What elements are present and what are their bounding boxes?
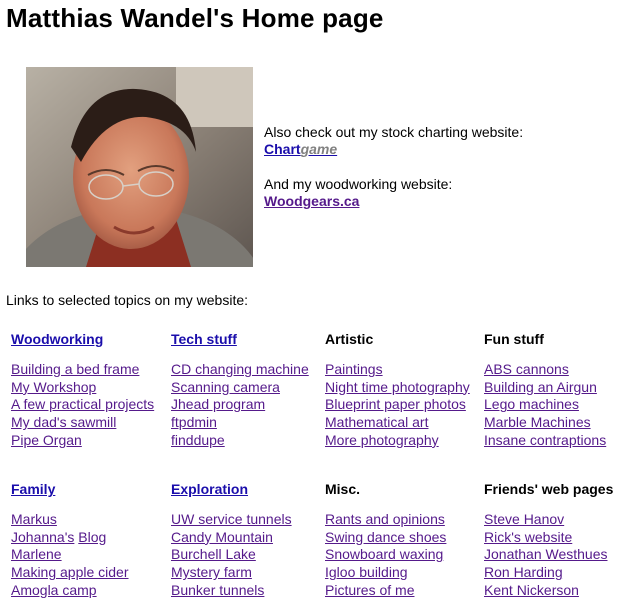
woodgears-link[interactable]: Woodgears.ca	[264, 193, 359, 209]
section-misc: Misc. Rants and opinions Swing dance sho…	[325, 481, 446, 600]
chartgame-link-game: game	[300, 141, 338, 157]
link-scanning-camera[interactable]: Scanning camera	[171, 379, 309, 397]
section-artistic: Artistic Paintings Night time photograph…	[325, 331, 470, 450]
link-paintings[interactable]: Paintings	[325, 361, 470, 379]
link-more-photography[interactable]: More photography	[325, 432, 470, 450]
link-markus[interactable]: Markus	[11, 511, 129, 529]
link-ricks-website[interactable]: Rick's website	[484, 529, 613, 547]
link-abs-cannons[interactable]: ABS cannons	[484, 361, 606, 379]
link-steve-hanov[interactable]: Steve Hanov	[484, 511, 613, 529]
woodworking-site-block: And my woodworking website: Woodgears.ca	[264, 176, 452, 210]
link-igloo-building[interactable]: Igloo building	[325, 564, 446, 582]
section-fun-stuff-heading: Fun stuff	[484, 331, 544, 347]
section-fun-stuff: Fun stuff ABS cannons Building an Airgun…	[484, 331, 606, 450]
link-ftpdmin[interactable]: ftpdmin	[171, 414, 309, 432]
section-woodworking: Woodworking Building a bed frame My Work…	[11, 331, 154, 450]
section-family-heading[interactable]: Family	[11, 481, 129, 498]
link-snowboard-waxing[interactable]: Snowboard waxing	[325, 546, 446, 564]
link-building-a-bed-frame[interactable]: Building a bed frame	[11, 361, 154, 379]
section-friends-heading: Friends' web pages	[484, 481, 614, 497]
link-insane-contraptions[interactable]: Insane contraptions	[484, 432, 606, 450]
link-johannas[interactable]: Johanna's	[11, 529, 74, 545]
stock-charting-block: Also check out my stock charting website…	[264, 124, 523, 158]
link-uw-service-tunnels[interactable]: UW service tunnels	[171, 511, 292, 529]
section-artistic-heading: Artistic	[325, 331, 374, 347]
link-a-few-practical-projects[interactable]: A few practical projects	[11, 396, 154, 414]
link-candy-mountain[interactable]: Candy Mountain	[171, 529, 292, 547]
portrait-photo	[26, 67, 253, 267]
section-tech-stuff: Tech stuff CD changing machine Scanning …	[171, 331, 309, 450]
section-misc-heading: Misc.	[325, 481, 361, 497]
link-jhead-program[interactable]: Jhead program	[171, 396, 309, 414]
link-cd-changing-machine[interactable]: CD changing machine	[171, 361, 309, 379]
link-amogla-camp[interactable]: Amogla camp	[11, 582, 129, 600]
section-exploration-heading[interactable]: Exploration	[171, 481, 292, 498]
link-my-dads-sawmill[interactable]: My dad's sawmill	[11, 414, 154, 432]
chartgame-link-chart: Chart	[264, 141, 301, 157]
johanna-line: Johanna's Blog	[11, 529, 129, 547]
section-tech-stuff-heading[interactable]: Tech stuff	[171, 331, 309, 348]
link-making-apple-cider[interactable]: Making apple cider	[11, 564, 129, 582]
link-blueprint-paper-photos[interactable]: Blueprint paper photos	[325, 396, 470, 414]
link-bunker-tunnels[interactable]: Bunker tunnels	[171, 582, 292, 600]
section-friends-web-pages: Friends' web pages Steve Hanov Rick's we…	[484, 481, 613, 600]
chartgame-link[interactable]: Chartgame	[264, 141, 337, 157]
link-pipe-organ[interactable]: Pipe Organ	[11, 432, 154, 450]
link-marlene[interactable]: Marlene	[11, 546, 129, 564]
link-burchell-lake[interactable]: Burchell Lake	[171, 546, 292, 564]
section-woodworking-heading[interactable]: Woodworking	[11, 331, 154, 348]
stock-charting-text: Also check out my stock charting website…	[264, 124, 524, 140]
link-mystery-farm[interactable]: Mystery farm	[171, 564, 292, 582]
topics-intro: Links to selected topics on my website:	[6, 292, 249, 308]
link-jonathan-westhues[interactable]: Jonathan Westhues	[484, 546, 613, 564]
woodworking-site-text: And my woodworking website:	[264, 176, 453, 192]
link-swing-dance-shoes[interactable]: Swing dance shoes	[325, 529, 446, 547]
link-kent-nickerson[interactable]: Kent Nickerson	[484, 582, 613, 600]
link-my-workshop[interactable]: My Workshop	[11, 379, 154, 397]
section-family: Family Markus Johanna's Blog Marlene Mak…	[11, 481, 129, 600]
link-mathematical-art[interactable]: Mathematical art	[325, 414, 470, 432]
link-night-time-photography[interactable]: Night time photography	[325, 379, 470, 397]
link-ron-harding[interactable]: Ron Harding	[484, 564, 613, 582]
link-blog[interactable]: Blog	[78, 529, 106, 545]
link-pictures-of-me[interactable]: Pictures of me	[325, 582, 446, 600]
page-title: Matthias Wandel's Home page	[6, 3, 384, 33]
link-marble-machines[interactable]: Marble Machines	[484, 414, 606, 432]
section-exploration: Exploration UW service tunnels Candy Mou…	[171, 481, 292, 600]
link-building-an-airgun[interactable]: Building an Airgun	[484, 379, 606, 397]
link-lego-machines[interactable]: Lego machines	[484, 396, 606, 414]
link-rants-and-opinions[interactable]: Rants and opinions	[325, 511, 446, 529]
link-finddupe[interactable]: finddupe	[171, 432, 309, 450]
